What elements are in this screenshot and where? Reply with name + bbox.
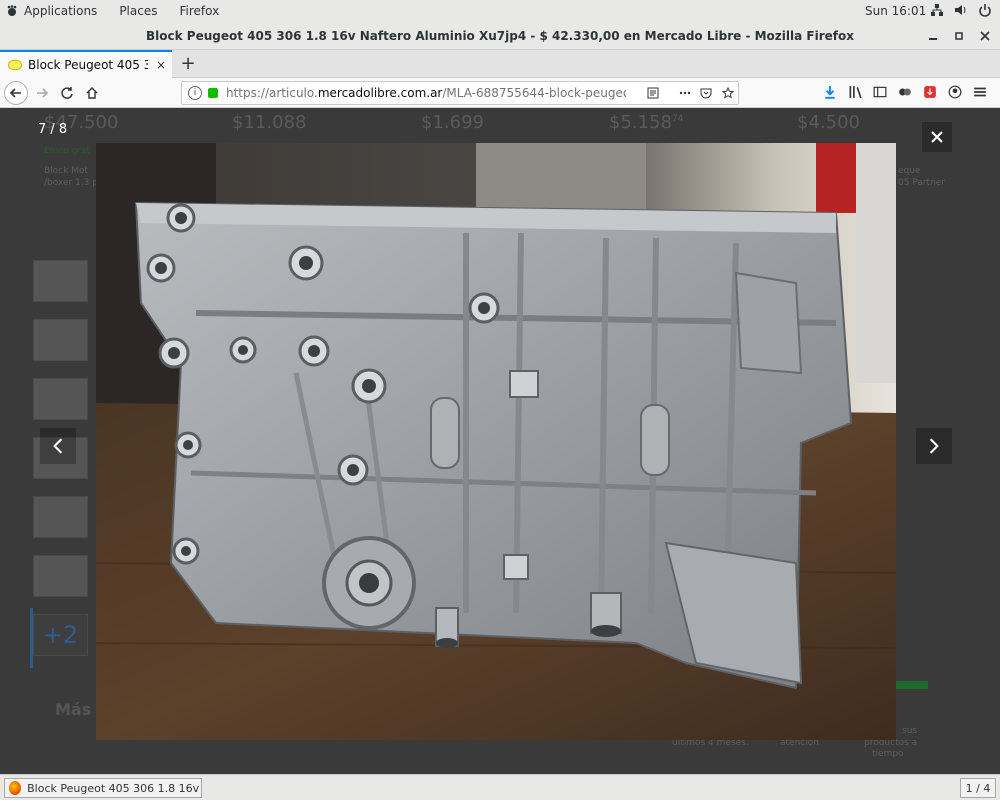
- tab-strip: Block Peugeot 405 306 1.8 16v Naftero Al…: [0, 50, 1000, 78]
- back-button[interactable]: [4, 81, 28, 105]
- gallery-thumb-1[interactable]: [33, 260, 88, 302]
- bookmark-star-icon[interactable]: [720, 85, 736, 101]
- firefox-menu[interactable]: Firefox: [179, 4, 219, 18]
- tab-title: Block Peugeot 405 306 1.8 16v Naftero Al…: [28, 58, 148, 72]
- reload-icon: [61, 87, 73, 99]
- close-window-button[interactable]: [977, 28, 993, 44]
- url-bar[interactable]: i https://articulo.mercadolibre.com.ar/M…: [181, 81, 739, 105]
- related-title-5a: eque: [898, 166, 921, 176]
- home-icon: [86, 87, 98, 99]
- sidebar-icon: [873, 86, 887, 98]
- arrow-left-icon: [9, 88, 21, 98]
- close-icon: [931, 131, 943, 143]
- gallery-thumb-6[interactable]: [33, 555, 88, 597]
- minimize-icon: [929, 38, 937, 40]
- gallery-more-thumbs[interactable]: +2: [33, 614, 88, 656]
- related-title-5b: 05 Partner: [898, 178, 946, 188]
- engine-block-photo: [96, 143, 896, 740]
- url-text[interactable]: https://articulo.mercadolibre.com.ar/MLA…: [226, 86, 626, 100]
- account-button[interactable]: [947, 84, 963, 100]
- network-icon: [930, 3, 944, 17]
- account-icon: [948, 85, 962, 99]
- free-shipping-label: Envío grat: [44, 146, 91, 156]
- applications-label: Applications: [24, 4, 98, 18]
- related-price-2: $11.088: [232, 112, 307, 133]
- status-area[interactable]: [930, 3, 992, 17]
- pocket-icon[interactable]: [698, 85, 714, 101]
- seller-stat-3c: tiempo: [872, 749, 904, 759]
- mask-icon: [899, 88, 911, 96]
- home-button[interactable]: [81, 82, 103, 104]
- lightbox-close-button[interactable]: [922, 122, 952, 152]
- taskbar: Block Peugeot 405 306 1.8 16v Na... 1 / …: [0, 774, 1000, 800]
- window-title: Block Peugeot 405 306 1.8 16v Naftero Al…: [146, 28, 854, 43]
- tab-close-icon[interactable]: ×: [156, 58, 166, 72]
- maximize-button[interactable]: [951, 28, 967, 44]
- gallery-thumb-3[interactable]: [33, 378, 88, 420]
- new-tab-button[interactable]: +: [178, 53, 198, 74]
- url-path: /MLA-688755644-block-peugeot-405-306-18-…: [442, 86, 626, 100]
- places-menu[interactable]: Places: [119, 4, 157, 18]
- reload-button[interactable]: [56, 82, 78, 104]
- thumb-selected-indicator: [30, 608, 33, 668]
- url-prefix: https://articulo.: [226, 86, 318, 100]
- related-price-5: $4.500: [797, 112, 860, 133]
- extension-button[interactable]: [897, 84, 913, 100]
- gnome-foot-icon: [7, 5, 17, 16]
- top-panel: Applications Places Firefox Sun 16:01: [0, 0, 1000, 22]
- taskbar-window-firefox[interactable]: Block Peugeot 405 306 1.8 16v Na...: [4, 778, 202, 798]
- workspace-switcher[interactable]: 1 / 4: [960, 778, 996, 798]
- firefox-icon: [9, 781, 22, 795]
- panel-menu: Applications Places Firefox: [0, 4, 241, 18]
- downloads-button[interactable]: [822, 84, 838, 100]
- lock-icon[interactable]: [208, 88, 218, 98]
- window-titlebar[interactable]: Block Peugeot 405 306 1.8 16v Naftero Al…: [0, 22, 1000, 50]
- chevron-right-icon: [929, 438, 939, 454]
- previous-image-button[interactable]: [40, 428, 76, 464]
- library-button[interactable]: [847, 84, 863, 100]
- mercadolibre-favicon-icon: [8, 60, 22, 70]
- reader-view-icon[interactable]: [645, 85, 661, 101]
- navigation-bar: i https://articulo.mercadolibre.com.ar/M…: [0, 78, 1000, 108]
- site-info-icon[interactable]: i: [188, 86, 202, 100]
- related-title-1a: Block Mot: [44, 166, 89, 176]
- addon-red-icon: [924, 86, 936, 98]
- chevron-left-icon: [53, 438, 63, 454]
- menu-button[interactable]: [972, 84, 988, 100]
- gallery-thumb-5[interactable]: [33, 496, 88, 538]
- tab-active[interactable]: Block Peugeot 405 306 1.8 16v Naftero Al…: [0, 50, 172, 78]
- download-arrow-icon: [825, 86, 835, 99]
- addon-button[interactable]: [922, 84, 938, 100]
- hamburger-icon: [974, 87, 986, 97]
- sidebar-button[interactable]: [872, 84, 888, 100]
- minimize-button[interactable]: [925, 28, 941, 44]
- page-content: $47.500 $11.088 $1.699 $5.15874 $4.500 E…: [0, 108, 1000, 774]
- applications-menu[interactable]: Applications: [6, 4, 97, 18]
- next-image-button[interactable]: [916, 428, 952, 464]
- power-icon: [978, 3, 992, 17]
- related-title-1b: /boxer 1.3 p: [44, 178, 99, 188]
- product-photo: [96, 143, 896, 740]
- taskbar-window-title: Block Peugeot 405 306 1.8 16v Na...: [27, 781, 201, 795]
- forward-button[interactable]: [31, 82, 53, 104]
- arrow-right-icon: [37, 88, 49, 98]
- library-icon: [849, 86, 862, 99]
- seller-stat-3a: sus: [902, 726, 918, 736]
- gallery-thumb-2[interactable]: [33, 319, 88, 361]
- related-price-4: $5.15874: [609, 112, 684, 133]
- image-counter: 7 / 8: [38, 122, 68, 137]
- volume-icon: [954, 3, 968, 17]
- related-price-3: $1.699: [421, 112, 484, 133]
- page-actions-icon[interactable]: [677, 85, 693, 101]
- clock[interactable]: Sun 16:01: [865, 4, 926, 18]
- close-icon: [980, 31, 990, 41]
- maximize-icon: [955, 32, 963, 40]
- url-domain: mercadolibre.com.ar: [317, 86, 443, 100]
